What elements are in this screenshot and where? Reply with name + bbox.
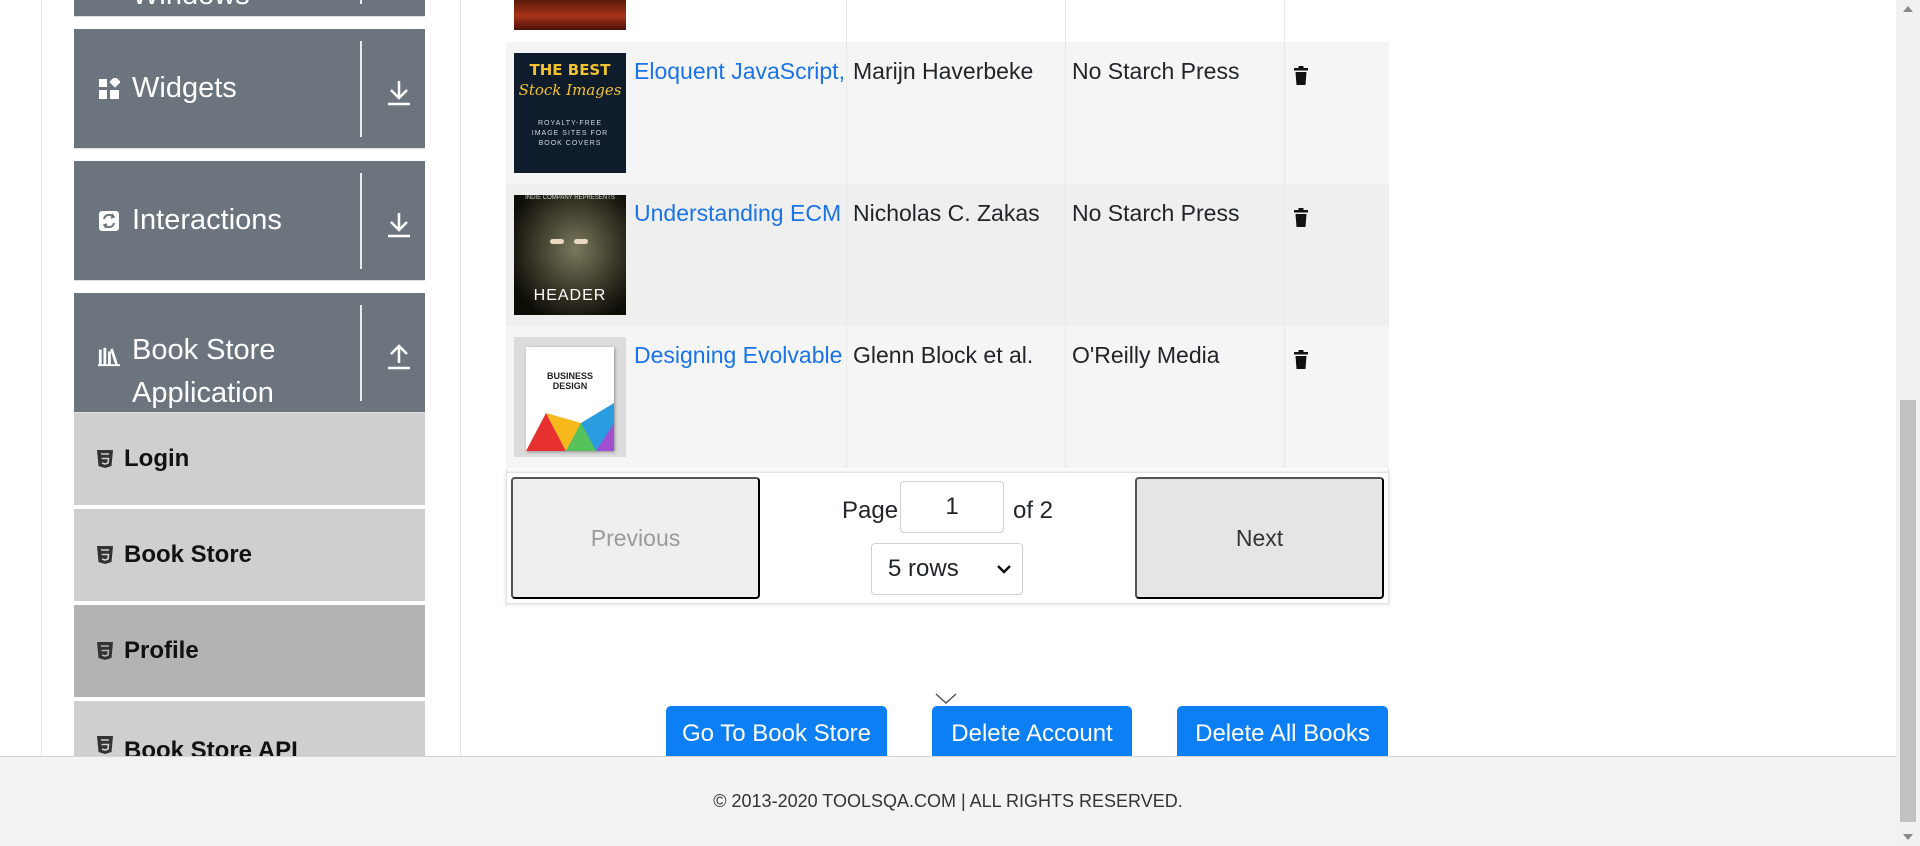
table-row bbox=[506, 0, 1389, 42]
sidebar-item-login[interactable]: Login bbox=[74, 413, 425, 507]
scroll-up-arrow-icon[interactable] bbox=[1902, 4, 1914, 14]
sidebar-group-label: Windows bbox=[132, 0, 250, 17]
rows-per-page-value: 5 rows bbox=[888, 555, 959, 582]
book-title-link[interactable]: Understanding ECM bbox=[634, 200, 846, 227]
scroll-down-arrow-icon[interactable] bbox=[1902, 832, 1914, 842]
books-icon bbox=[98, 345, 120, 367]
trash-icon[interactable] bbox=[1293, 66, 1309, 86]
next-button[interactable]: Next bbox=[1135, 477, 1384, 599]
trash-icon[interactable] bbox=[1293, 350, 1309, 370]
sidebar-left-border bbox=[41, 0, 42, 756]
sidebar-item-profile[interactable]: Profile bbox=[74, 605, 425, 699]
go-to-book-store-button[interactable]: Go To Book Store bbox=[666, 706, 887, 762]
scrollbar-thumb[interactable] bbox=[1900, 400, 1916, 822]
html5-icon bbox=[97, 642, 113, 660]
book-author: Glenn Block et al. bbox=[853, 342, 1034, 368]
sidebar-group-interactions[interactable]: Interactions bbox=[74, 161, 425, 281]
table-row: INDIE COMPANY REPRESENTS HEADER Understa… bbox=[506, 184, 1389, 326]
sidebar-group-label: Interactions bbox=[132, 204, 282, 236]
sidebar-right-border bbox=[460, 0, 461, 756]
page-number-input[interactable]: 1 bbox=[900, 481, 1004, 533]
html5-icon bbox=[97, 546, 113, 564]
table-row: THE BEST Stock Images ROYALTY-FREE IMAGE… bbox=[506, 42, 1389, 184]
sidebar-item-label: Login bbox=[124, 445, 190, 472]
group-separator bbox=[360, 41, 362, 137]
book-cover-image bbox=[514, 0, 626, 30]
cover-text: THE BEST bbox=[529, 61, 611, 79]
cover-text: ROYALTY-FREE IMAGE SITES FOR BOOK COVERS bbox=[531, 120, 609, 147]
footer-copyright: © 2013-2020 TOOLSQA.COM | ALL RIGHTS RES… bbox=[713, 791, 1183, 811]
cover-text: HEADER bbox=[533, 287, 607, 304]
book-author: Nicholas C. Zakas bbox=[853, 200, 1040, 226]
total-pages-label: of 2 bbox=[1013, 497, 1054, 524]
chevron-down-icon bbox=[997, 565, 1011, 574]
cover-text: Stock Images bbox=[518, 81, 622, 99]
book-author: Marijn Haverbeke bbox=[853, 58, 1034, 84]
cover-text: INDIE COMPANY REPRESENTS bbox=[525, 195, 615, 201]
html5-icon bbox=[97, 450, 113, 468]
chevron-down-icon bbox=[935, 693, 957, 705]
sidebar-group-windows[interactable]: Windows bbox=[74, 0, 425, 17]
page-footer: © 2013-2020 TOOLSQA.COM | ALL RIGHTS RES… bbox=[0, 756, 1896, 846]
book-cover-image: BUSINESS DESIGN bbox=[514, 337, 626, 457]
sidebar-group-label-line1: Book Store bbox=[132, 334, 276, 366]
book-cover-image: THE BEST Stock Images ROYALTY-FREE IMAGE… bbox=[514, 53, 626, 173]
sidebar-group-label-line2: Application bbox=[132, 377, 274, 409]
html5-icon bbox=[97, 736, 113, 754]
sidebar-group-widgets[interactable]: Widgets bbox=[74, 29, 425, 149]
book-cover-image: INDIE COMPANY REPRESENTS HEADER bbox=[514, 195, 626, 315]
sidebar-item-book-store[interactable]: Book Store bbox=[74, 509, 425, 603]
delete-all-books-button[interactable]: Delete All Books bbox=[1177, 706, 1388, 762]
group-separator bbox=[360, 305, 362, 401]
interactions-icon bbox=[98, 210, 120, 232]
pagination-bar: Previous Page 1 of 2 5 rows Next bbox=[506, 472, 1389, 604]
sidebar-group-book-store-application[interactable]: Book Store Application bbox=[74, 293, 425, 413]
cover-text: DESIGN bbox=[552, 381, 588, 391]
previous-button[interactable]: Previous bbox=[511, 477, 760, 599]
sidebar-item-label: Book Store bbox=[124, 541, 253, 568]
trash-icon[interactable] bbox=[1293, 208, 1309, 228]
download-arrow-icon[interactable] bbox=[386, 211, 412, 239]
page-label: Page bbox=[842, 497, 899, 524]
cover-graphic bbox=[526, 403, 614, 451]
group-separator bbox=[360, 173, 362, 269]
rows-per-page-select[interactable]: 5 rows bbox=[871, 543, 1023, 595]
upload-arrow-icon[interactable] bbox=[386, 343, 412, 371]
cover-text: BUSINESS bbox=[546, 371, 593, 381]
table-row: BUSINESS DESIGN Designing Evolvable Glen… bbox=[506, 326, 1389, 468]
sidebar-group-label: Widgets bbox=[132, 72, 237, 104]
widgets-icon bbox=[98, 78, 120, 100]
sidebar-item-label: Profile bbox=[124, 637, 199, 664]
book-title-link[interactable]: Designing Evolvable bbox=[634, 342, 846, 369]
vertical-scrollbar[interactable] bbox=[1896, 0, 1920, 846]
download-arrow-icon[interactable] bbox=[386, 79, 412, 107]
group-separator bbox=[360, 0, 362, 4]
book-publisher: No Starch Press bbox=[1072, 58, 1240, 84]
book-publisher: No Starch Press bbox=[1072, 200, 1240, 226]
book-publisher: O'Reilly Media bbox=[1072, 342, 1220, 368]
book-title-link[interactable]: Eloquent JavaScript, bbox=[634, 58, 846, 85]
delete-account-button[interactable]: Delete Account bbox=[932, 706, 1132, 762]
